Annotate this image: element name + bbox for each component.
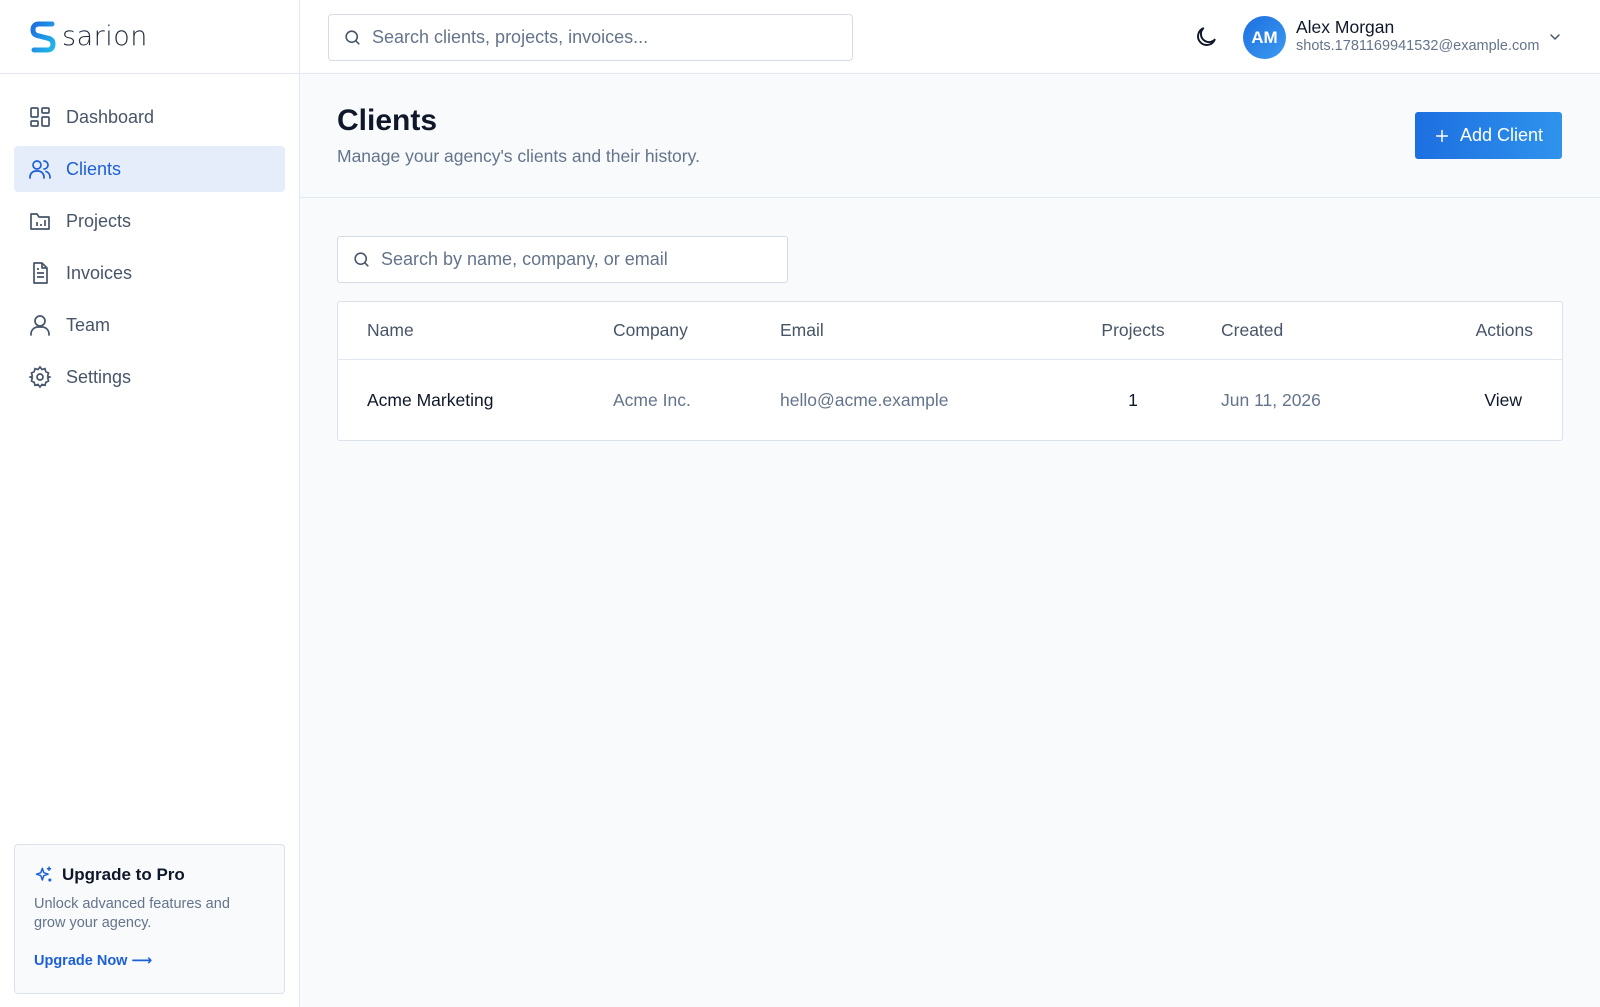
avatar[interactable]: AM	[1243, 16, 1286, 59]
sidebar-item-label: Team	[66, 314, 111, 335]
upgrade-card: Upgrade to Pro Unlock advanced features …	[14, 844, 285, 994]
add-client-label: Add Client	[1459, 125, 1544, 145]
column-header-projects[interactable]: Projects	[1058, 302, 1208, 359]
table-row[interactable]: Acme Marketing Acme Inc. hello@acme.exam…	[338, 360, 1562, 441]
folder-chart-icon	[30, 213, 50, 230]
client-project-count: 1	[1128, 390, 1138, 410]
clients-table: Name Company Email Projects Created Acti…	[337, 301, 1563, 441]
page-header: Clients Manage your agency's clients and…	[300, 74, 1600, 198]
search-icon	[345, 30, 360, 45]
user-name: Alex Morgan	[1296, 17, 1395, 37]
view-client-button[interactable]: View	[1484, 360, 1522, 441]
chevron-down-icon[interactable]	[1547, 29, 1563, 45]
upgrade-now-link[interactable]: Upgrade Now ⟶	[34, 953, 152, 969]
table-header: Name Company Email Projects Created Acti…	[338, 302, 1562, 360]
upgrade-title: Upgrade to Pro	[62, 865, 185, 884]
client-email: hello@acme.example	[780, 390, 949, 410]
user-email: shots.1781169941532@example.com	[1296, 38, 1540, 54]
client-created-date: Jun 11, 2026	[1221, 390, 1321, 410]
sidebar-item-clients[interactable]: Clients	[14, 146, 285, 192]
page-subtitle: Manage your agency's clients and their h…	[337, 146, 700, 166]
sidebar: sarion Dashboard Clients Projects Invoic…	[0, 0, 300, 1007]
sparkles-icon	[35, 866, 52, 882]
sidebar-item-team[interactable]: Team	[14, 302, 285, 348]
upgrade-heading: Upgrade to Pro	[34, 865, 265, 885]
sidebar-item-settings[interactable]: Settings	[14, 354, 285, 400]
gear-icon	[28, 365, 52, 389]
column-header-actions: Actions	[1475, 320, 1533, 340]
topbar: AM Alex Morgan shots.1781169941532@examp…	[300, 0, 1600, 74]
page-title: Clients	[337, 104, 438, 137]
dashboard-icon	[30, 107, 50, 127]
search-icon	[354, 252, 369, 267]
column-header-created[interactable]: Created	[1221, 302, 1283, 359]
plus-icon	[1435, 129, 1449, 142]
sidebar-item-label: Invoices	[66, 262, 133, 283]
sidebar-item-label: Settings	[66, 366, 132, 387]
upgrade-description: Unlock advanced features and grow your a…	[34, 896, 230, 931]
brand-name: sarion	[62, 21, 148, 52]
sidebar-item-label: Projects	[66, 210, 132, 231]
add-client-button[interactable]: Add Client	[1415, 112, 1562, 159]
global-search-box[interactable]	[328, 14, 853, 61]
global-search-input[interactable]	[372, 27, 831, 48]
user-icon	[30, 315, 50, 336]
sidebar-item-label: Dashboard	[66, 106, 155, 127]
brand-logo[interactable]: sarion	[0, 0, 299, 74]
sidebar-item-projects[interactable]: Projects	[14, 198, 285, 244]
sidebar-nav: Dashboard Clients Projects Invoices Team…	[0, 74, 299, 426]
users-icon	[29, 160, 51, 179]
moon-icon[interactable]	[1193, 24, 1219, 50]
client-search-input[interactable]	[381, 249, 773, 270]
column-header-company[interactable]: Company	[613, 302, 688, 359]
column-header-name[interactable]: Name	[367, 302, 414, 359]
client-company: Acme Inc.	[613, 390, 691, 410]
sidebar-item-label: Clients	[66, 158, 122, 179]
column-header-email[interactable]: Email	[780, 302, 824, 359]
sidebar-item-invoices[interactable]: Invoices	[14, 250, 285, 296]
sarion-logo-icon	[30, 21, 56, 52]
sidebar-item-dashboard[interactable]: Dashboard	[14, 94, 285, 140]
document-icon	[33, 262, 48, 284]
client-search-box[interactable]	[337, 236, 788, 283]
client-name[interactable]: Acme Marketing	[367, 360, 493, 441]
